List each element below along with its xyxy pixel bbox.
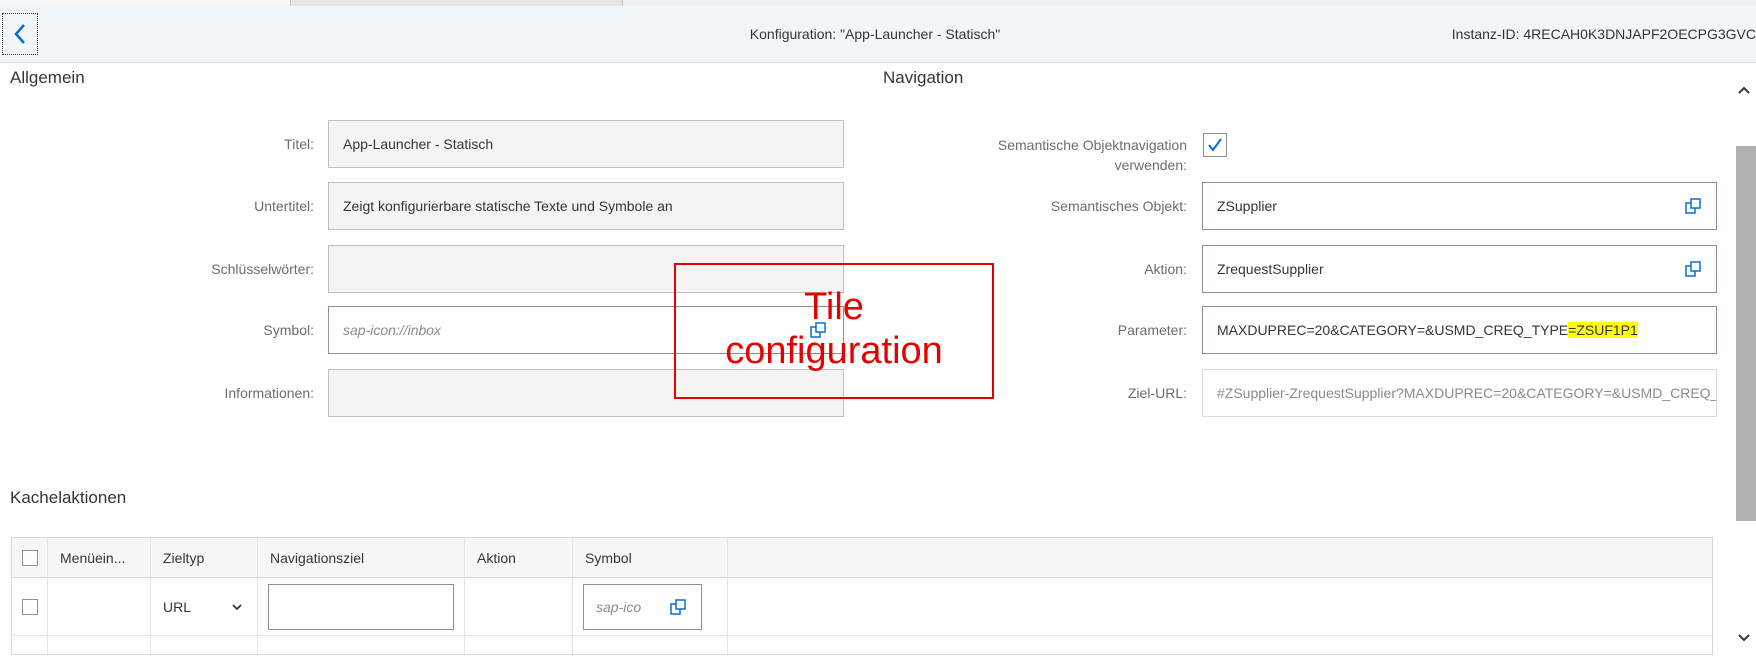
- semantic-object-field[interactable]: ZSupplier: [1202, 182, 1717, 230]
- annotation-line: configuration: [725, 330, 943, 372]
- table-row-partial: [48, 636, 151, 656]
- select-all-checkbox[interactable]: [21, 549, 38, 566]
- row-filler: [728, 578, 1712, 636]
- annotation-text: Tile configuration: [674, 285, 994, 373]
- parameter-value: MAXDUPREC=20&CATEGORY=&USMD_CREQ_TYPE: [1217, 322, 1569, 338]
- section-heading-general: Allgemein: [10, 68, 85, 87]
- target-type-select[interactable]: URL: [151, 578, 258, 636]
- parameter-highlight: =ZSUF1P1: [1568, 322, 1638, 338]
- checkmark-icon: [1208, 138, 1222, 152]
- row-select-cell: [12, 578, 48, 636]
- column-header[interactable]: Aktion: [465, 538, 573, 578]
- title-value: App-Launcher - Statisch: [343, 136, 494, 152]
- chevron-up-icon: [1738, 86, 1750, 94]
- back-button[interactable]: [2, 13, 38, 55]
- title-field[interactable]: App-Launcher - Statisch: [328, 120, 844, 168]
- value-help-icon[interactable]: [1684, 260, 1702, 278]
- section-heading-navigation: Navigation: [883, 68, 964, 87]
- scroll-down-button[interactable]: [1734, 628, 1754, 648]
- section-heading-tile-actions: Kachelaktionen: [10, 488, 127, 507]
- table-row-partial: [258, 636, 465, 656]
- tile-actions-table: Menüein... Zieltyp Navigationsziel Aktio…: [11, 537, 1713, 656]
- column-header[interactable]: Symbol: [573, 538, 728, 578]
- navigation-target-input[interactable]: [268, 583, 454, 630]
- subtitle-value: Zeigt konfigurierbare statische Texte un…: [343, 198, 673, 214]
- keywords-label: Schlüsselwörter:: [211, 261, 314, 277]
- navigation-target-cell: [258, 578, 465, 636]
- scrollbar-thumb[interactable]: [1736, 146, 1756, 521]
- table-row-partial: [151, 636, 258, 656]
- select-all-cell: [12, 538, 48, 578]
- symbol-placeholder: sap-ico: [596, 598, 642, 615]
- subtitle-label: Untertitel:: [254, 198, 314, 214]
- menu-entry-cell: [48, 578, 151, 636]
- action-cell: [465, 578, 573, 636]
- target-type-value: URL: [163, 598, 192, 615]
- page-title: Konfiguration: "App-Launcher - Statisch": [749, 26, 1001, 42]
- symbol-label: Symbol:: [263, 322, 314, 338]
- chevron-down-icon: [1738, 634, 1750, 642]
- target-url-value: #ZSupplier-ZrequestSupplier?MAXDUPREC=20…: [1217, 385, 1716, 401]
- column-header[interactable]: Navigationsziel: [258, 538, 465, 578]
- scroll-up-button[interactable]: [1734, 80, 1754, 100]
- instance-id: Instanz-ID: 4RECAH0K3DNJAPF2OECPG3GVC: [1451, 26, 1756, 42]
- row-checkbox[interactable]: [21, 598, 38, 615]
- parameter-field[interactable]: MAXDUPREC=20&CATEGORY=&USMD_CREQ_TYPE =ZS…: [1202, 306, 1717, 354]
- semantic-object-label: Semantisches Objekt:: [1050, 198, 1187, 214]
- semantic-nav-checkbox[interactable]: [1203, 133, 1227, 157]
- action-value: ZrequestSupplier: [1217, 261, 1324, 277]
- chevron-down-icon: [232, 603, 242, 610]
- info-label: Informationen:: [224, 385, 315, 401]
- table-row-partial: [12, 636, 48, 656]
- semantic-nav-label: Semantische Objektnavigation verwenden:: [997, 137, 1187, 173]
- action-field[interactable]: ZrequestSupplier: [1202, 245, 1717, 293]
- value-help-icon[interactable]: [1684, 197, 1702, 215]
- table-row-partial: [465, 636, 573, 656]
- semantic-object-value: ZSupplier: [1217, 198, 1277, 214]
- target-url-field: #ZSupplier-ZrequestSupplier?MAXDUPREC=20…: [1202, 369, 1717, 417]
- column-header[interactable]: Zieltyp: [151, 538, 258, 578]
- table-row-partial: [573, 636, 728, 656]
- annotation-line: Tile: [804, 286, 864, 328]
- chevron-left-icon: [14, 24, 25, 44]
- column-header[interactable]: Menüein...: [48, 538, 151, 578]
- title-label: Titel:: [284, 136, 314, 152]
- header-filler: [728, 538, 1712, 578]
- value-help-icon[interactable]: [669, 598, 687, 616]
- subtitle-field[interactable]: Zeigt konfigurierbare statische Texte un…: [328, 182, 844, 230]
- symbol-cell: sap-ico: [573, 578, 728, 636]
- symbol-placeholder: sap-icon://inbox: [343, 322, 442, 338]
- symbol-input[interactable]: sap-ico: [583, 583, 702, 630]
